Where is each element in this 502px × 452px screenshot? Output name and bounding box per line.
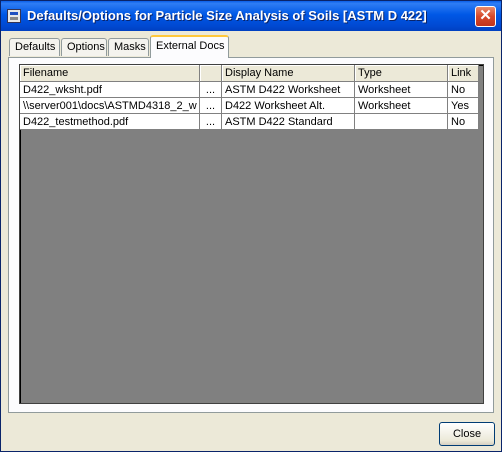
window-title: Defaults/Options for Particle Size Analy…	[27, 8, 427, 23]
row-type[interactable]: Worksheet	[355, 82, 448, 98]
column-header-type[interactable]: Type	[355, 65, 448, 82]
browse-button[interactable]: ...	[200, 82, 222, 98]
row-filename[interactable]: D422_testmethod.pdf	[20, 114, 200, 130]
row-link[interactable]: Yes	[448, 98, 479, 114]
title-bar[interactable]: Defaults/Options for Particle Size Analy…	[1, 1, 501, 31]
column-header-filename[interactable]: Filename	[20, 65, 200, 82]
tab-masks[interactable]: Masks	[108, 38, 149, 56]
column-header-link[interactable]: Link	[448, 65, 479, 82]
row-filename[interactable]: D422_wksht.pdf	[20, 82, 200, 98]
row-type[interactable]: Worksheet	[355, 98, 448, 114]
column-header-display-name[interactable]: Display Name	[222, 65, 355, 82]
external-docs-panel: Filename Display Name Type Link D422_wks…	[8, 57, 494, 413]
row-link[interactable]: No	[448, 82, 479, 98]
documents-grid[interactable]: Filename Display Name Type Link D422_wks…	[19, 64, 484, 404]
row-type[interactable]	[355, 114, 448, 130]
dialog-window: Defaults/Options for Particle Size Analy…	[0, 0, 502, 452]
tab-defaults[interactable]: Defaults	[9, 38, 60, 56]
app-icon[interactable]	[7, 9, 21, 23]
tab-external-docs[interactable]: External Docs	[150, 35, 229, 58]
row-link[interactable]: No	[448, 114, 479, 130]
row-display-name[interactable]: D422 Worksheet Alt.	[222, 98, 355, 114]
row-display-name[interactable]: ASTM D422 Standard	[222, 114, 355, 130]
browse-button[interactable]: ...	[200, 114, 222, 130]
browse-button[interactable]: ...	[200, 98, 222, 114]
row-filename[interactable]: \\server001\docs\ASTMD4318_2_w	[20, 98, 200, 114]
close-button[interactable]: Close	[439, 422, 495, 446]
window-close-icon[interactable]: ✕	[475, 6, 496, 27]
tab-options[interactable]: Options	[61, 38, 107, 56]
row-display-name[interactable]: ASTM D422 Worksheet	[222, 82, 355, 98]
column-header-browse[interactable]	[200, 65, 222, 82]
